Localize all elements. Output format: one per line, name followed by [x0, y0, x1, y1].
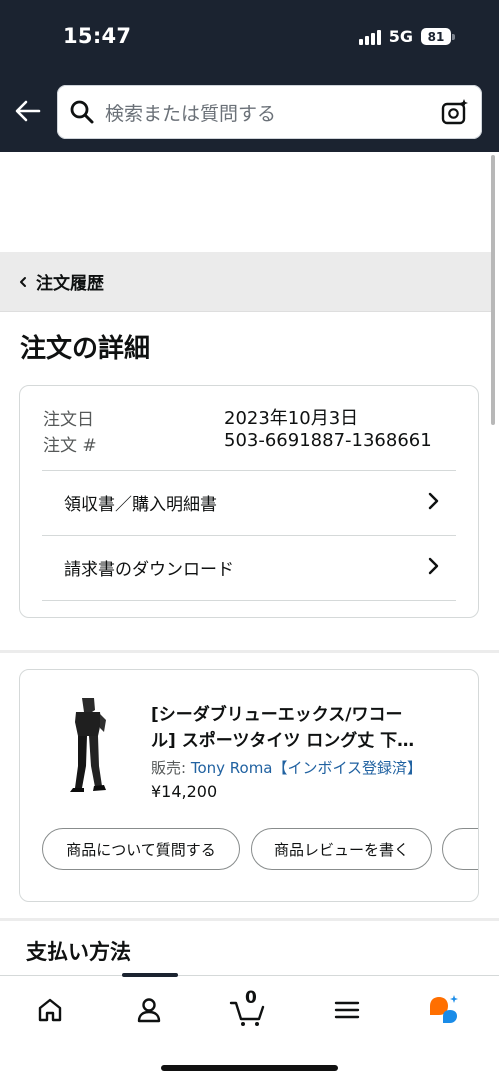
- bottom-nav: 0: [0, 973, 499, 1080]
- scrollbar[interactable]: [491, 155, 495, 425]
- section-separator: [0, 650, 499, 653]
- more-actions-button[interactable]: [442, 828, 478, 870]
- nav-rufus[interactable]: [424, 990, 464, 1030]
- order-number-label: 注文 #: [43, 436, 97, 456]
- chevron-right-icon: [428, 557, 439, 575]
- status-bar: 15:47 5G 81: [0, 0, 499, 75]
- order-summary-card: 注文日 2023年10月3日 注文 # 503-6691887-1368661 …: [19, 385, 479, 618]
- back-button[interactable]: [12, 95, 44, 127]
- account-icon: [137, 998, 161, 1023]
- invoice-download-link[interactable]: 請求書のダウンロード: [42, 535, 456, 599]
- page-title: 注文の詳細: [20, 334, 151, 364]
- product-title-line-1: [シーダブリューエックス/ワコー: [151, 705, 403, 725]
- payment-method-heading: 支払い方法: [26, 940, 131, 964]
- battery-level: 81: [421, 28, 451, 45]
- chevron-left-icon: [20, 276, 26, 287]
- network-label: 5G: [388, 27, 413, 46]
- chevron-right-icon: [428, 492, 439, 510]
- nav-active-indicator: [122, 973, 178, 977]
- receipt-link-label: 領収書／購入明細書: [64, 494, 217, 515]
- seller-row: 販売: Tony Roma【インボイス登録済】: [151, 757, 422, 778]
- nav-menu[interactable]: [327, 990, 367, 1030]
- signal-icon: [358, 29, 381, 45]
- receipt-link[interactable]: 領収書／購入明細書: [42, 470, 456, 534]
- section-separator: [0, 918, 499, 921]
- breadcrumb-label: 注文履歴: [36, 274, 104, 294]
- menu-icon: [334, 1001, 360, 1019]
- cart-count-badge: 0: [245, 988, 257, 1008]
- search-header: 検索または質問する: [0, 75, 499, 152]
- seller-label: 販売:: [151, 759, 191, 777]
- divider: [42, 600, 456, 601]
- search-placeholder: 検索または質問する: [105, 103, 277, 125]
- nav-account[interactable]: [129, 990, 169, 1030]
- breadcrumb[interactable]: 注文履歴: [0, 252, 492, 312]
- order-date-value: 2023年10月3日: [224, 408, 359, 429]
- product-card: [シーダブリューエックス/ワコー ル] スポーツタイツ ロング丈 下… 販売: …: [19, 669, 479, 902]
- ask-question-button[interactable]: 商品について質問する: [42, 828, 240, 870]
- nav-cart[interactable]: 0: [228, 988, 268, 1030]
- battery-icon: 81: [421, 28, 455, 45]
- nav-home[interactable]: [30, 990, 70, 1030]
- order-date-label: 注文日: [43, 410, 94, 430]
- write-review-button[interactable]: 商品レビューを書く: [251, 828, 432, 870]
- status-indicators: 5G 81: [358, 27, 455, 46]
- product-image[interactable]: [48, 692, 128, 792]
- arrow-left-icon: [15, 100, 41, 122]
- camera-search-icon[interactable]: [440, 97, 470, 127]
- product-title[interactable]: [シーダブリューエックス/ワコー ル] スポーツタイツ ロング丈 下…: [151, 702, 451, 754]
- home-indicator[interactable]: [161, 1065, 338, 1071]
- home-icon: [38, 998, 62, 1022]
- rufus-icon: [430, 995, 458, 1023]
- order-number-value: 503-6691887-1368661: [224, 430, 432, 451]
- seller-link[interactable]: Tony Roma【インボイス登録済】: [191, 759, 422, 777]
- status-time: 15:47: [63, 24, 132, 48]
- search-input[interactable]: 検索または質問する: [57, 85, 482, 139]
- product-price: ¥14,200: [151, 782, 218, 801]
- product-title-line-2: ル] スポーツタイツ ロング丈 下…: [151, 731, 415, 751]
- invoice-download-label: 請求書のダウンロード: [64, 559, 234, 580]
- search-icon: [70, 100, 94, 124]
